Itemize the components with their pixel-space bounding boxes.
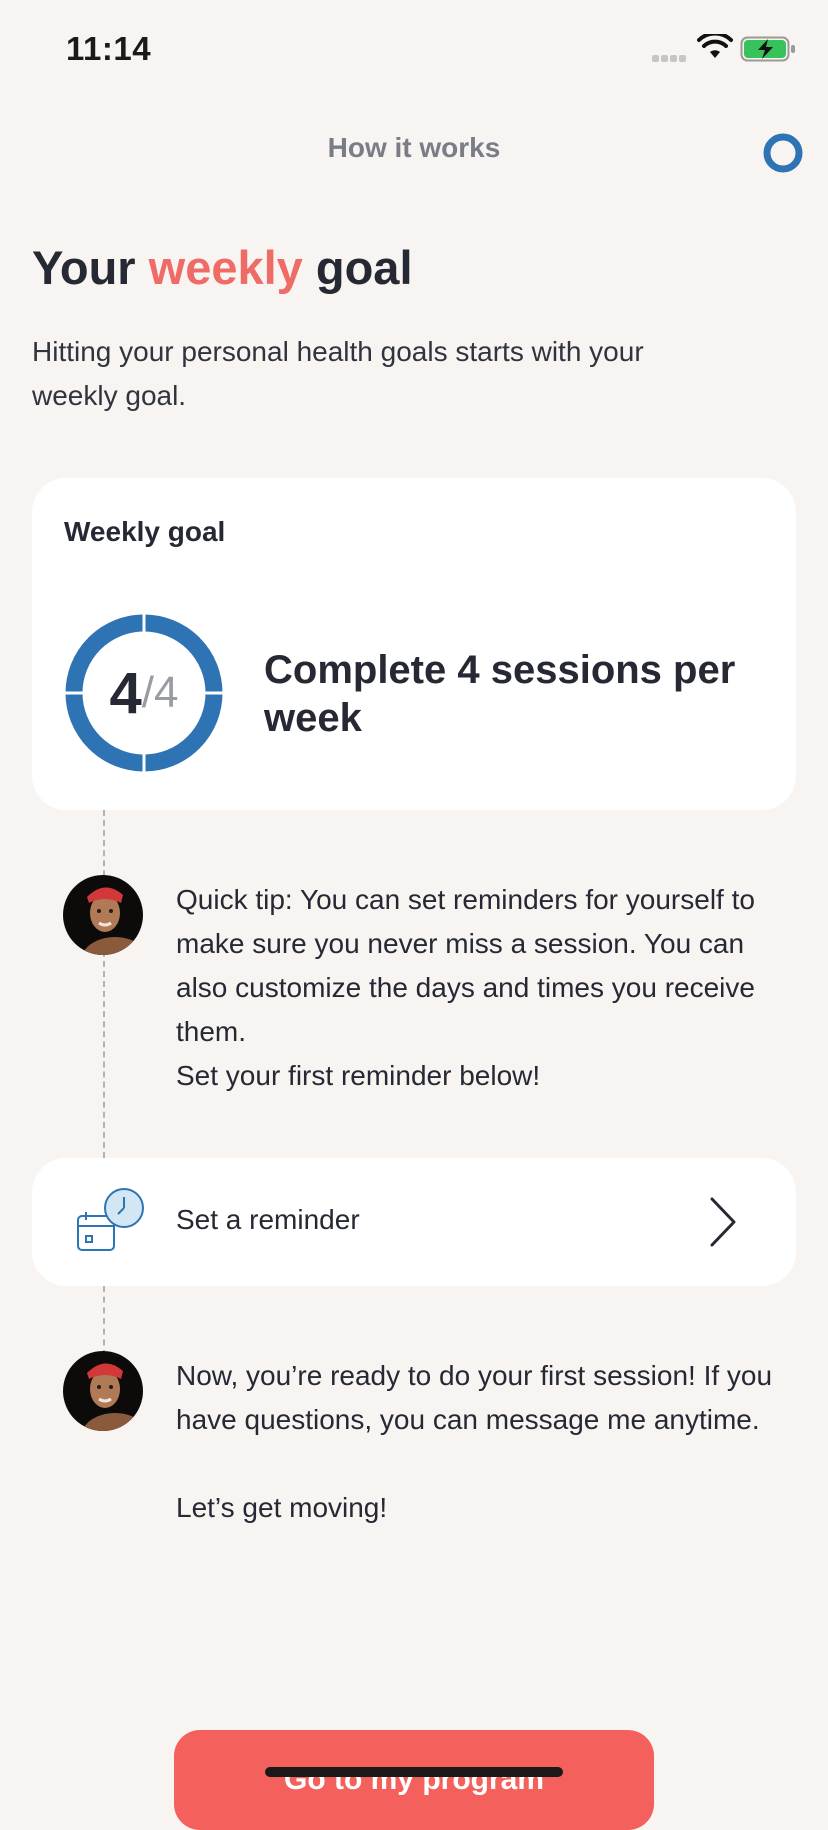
cellular-signal-icon: [652, 49, 688, 67]
goal-completed: 4: [109, 660, 142, 726]
coach-message: Now, you’re ready to do your first sessi…: [176, 1354, 796, 1530]
goal-total: /4: [141, 668, 179, 717]
weekly-goal-label: Weekly goal: [64, 516, 226, 547]
nav-title: How it works: [327, 132, 501, 163]
page-title: Your weekly goal: [32, 240, 413, 295]
coach-avatar: [63, 875, 143, 955]
goal-count: 4/4: [64, 613, 224, 773]
calendar-clock-icon: [77, 1188, 144, 1251]
set-reminder-button[interactable]: Set a reminder: [32, 1158, 796, 1286]
coach-avatar: [63, 1351, 143, 1431]
title-part: Your: [32, 241, 149, 294]
timeline-connector: [103, 810, 105, 1158]
chevron-right-icon: [710, 1197, 736, 1247]
message-line: Quick tip: You can set reminders for you…: [176, 884, 755, 1047]
weekly-goal-card: Weekly goal 4/4 Complete 4 sessions per …: [32, 478, 796, 810]
page-subtitle: Hitting your personal health goals start…: [32, 336, 644, 411]
title-part: goal: [302, 241, 413, 294]
home-indicator[interactable]: [265, 1767, 563, 1777]
status-time: 11:14: [66, 30, 152, 67]
battery-charging-icon: [740, 36, 795, 62]
reminder-label: Set a reminder: [176, 1204, 360, 1235]
coach-message: Quick tip: You can set reminders for you…: [176, 878, 796, 1098]
title-accent: weekly: [148, 241, 303, 294]
wifi-icon: [697, 34, 733, 58]
message-line: Let’s get moving!: [176, 1492, 388, 1523]
progress-ring-icon[interactable]: [762, 132, 804, 174]
status-bar: 11:14: [0, 0, 828, 100]
timeline-connector: [103, 1286, 105, 1356]
goal-description: Complete 4 sessions per week: [264, 648, 736, 740]
go-to-program-button[interactable]: Go to my program: [174, 1730, 654, 1830]
message-line: Set your first reminder below!: [176, 1060, 541, 1091]
message-line: Now, you’re ready to do your first sessi…: [176, 1360, 773, 1435]
